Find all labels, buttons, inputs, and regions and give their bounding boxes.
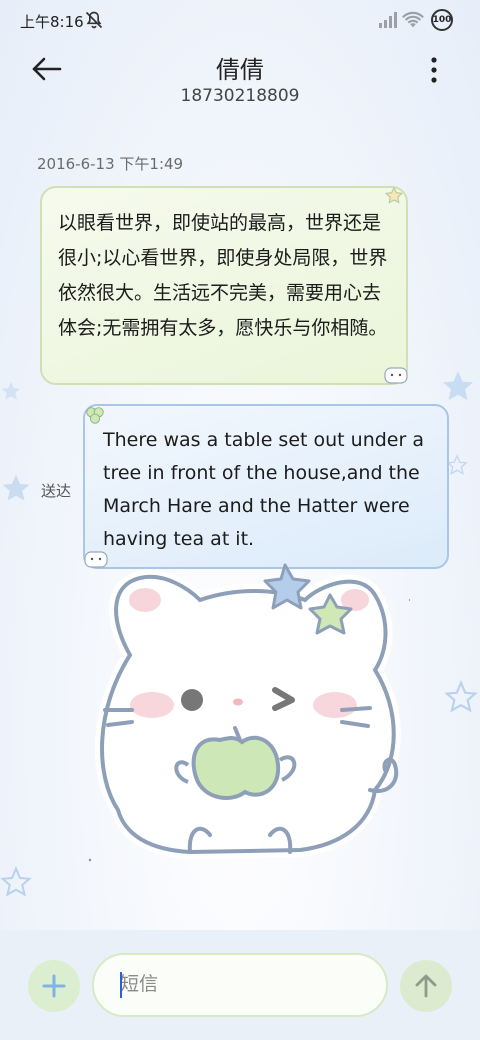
star-decoration-icon: [0, 866, 32, 897]
conversation-header: 倩倩 18730218809: [0, 40, 480, 120]
status-time: 上午8:16: [20, 13, 84, 31]
contact-name: 倩倩: [216, 56, 264, 84]
contact-phone-number: 18730218809: [180, 86, 300, 106]
flower-sticker-icon: [385, 186, 403, 204]
cat-face-sticker-icon: [384, 367, 408, 384]
wifi-icon: [402, 11, 424, 28]
battery-icon: 100: [431, 9, 453, 31]
outgoing-message-bubble[interactable]: There was a table set out under a tree i…: [83, 404, 449, 569]
star-decoration-icon: [443, 371, 473, 401]
plus-icon: [42, 974, 66, 998]
message-timestamp: 2016-6-13 下午1:49: [37, 155, 184, 173]
text-cursor: [120, 972, 122, 998]
battery-level: 100: [432, 15, 452, 25]
star-decoration-icon: [1, 381, 21, 400]
message-composer: [0, 930, 480, 1040]
star-decoration-icon: [446, 454, 468, 475]
more-vertical-icon: [431, 57, 437, 83]
status-bar: 上午8:16 100: [0, 0, 480, 40]
message-input[interactable]: [92, 953, 388, 1017]
incoming-message-text: 以眼看世界，即使站的最高，世界还是很小;以心看世界，即使身处局限，世界依然很大。…: [58, 212, 388, 339]
cat-illustration-icon: [88, 563, 410, 862]
arrow-up-icon: [415, 974, 437, 998]
clover-sticker-icon: [86, 407, 104, 424]
star-decoration-icon: [2, 474, 30, 501]
send-button[interactable]: [400, 960, 452, 1012]
delivery-status: 送达: [41, 482, 72, 500]
signal-icon: [379, 12, 397, 28]
star-decoration-icon: [444, 680, 478, 713]
outgoing-message-text: There was a table set out under a tree i…: [103, 429, 424, 550]
mute-icon: [85, 11, 103, 29]
incoming-message-bubble[interactable]: 以眼看世界，即使站的最高，世界还是很小;以心看世界，即使身处局限，世界依然很大。…: [40, 186, 408, 385]
add-attachment-button[interactable]: [28, 960, 80, 1012]
more-options-button[interactable]: [420, 54, 448, 86]
